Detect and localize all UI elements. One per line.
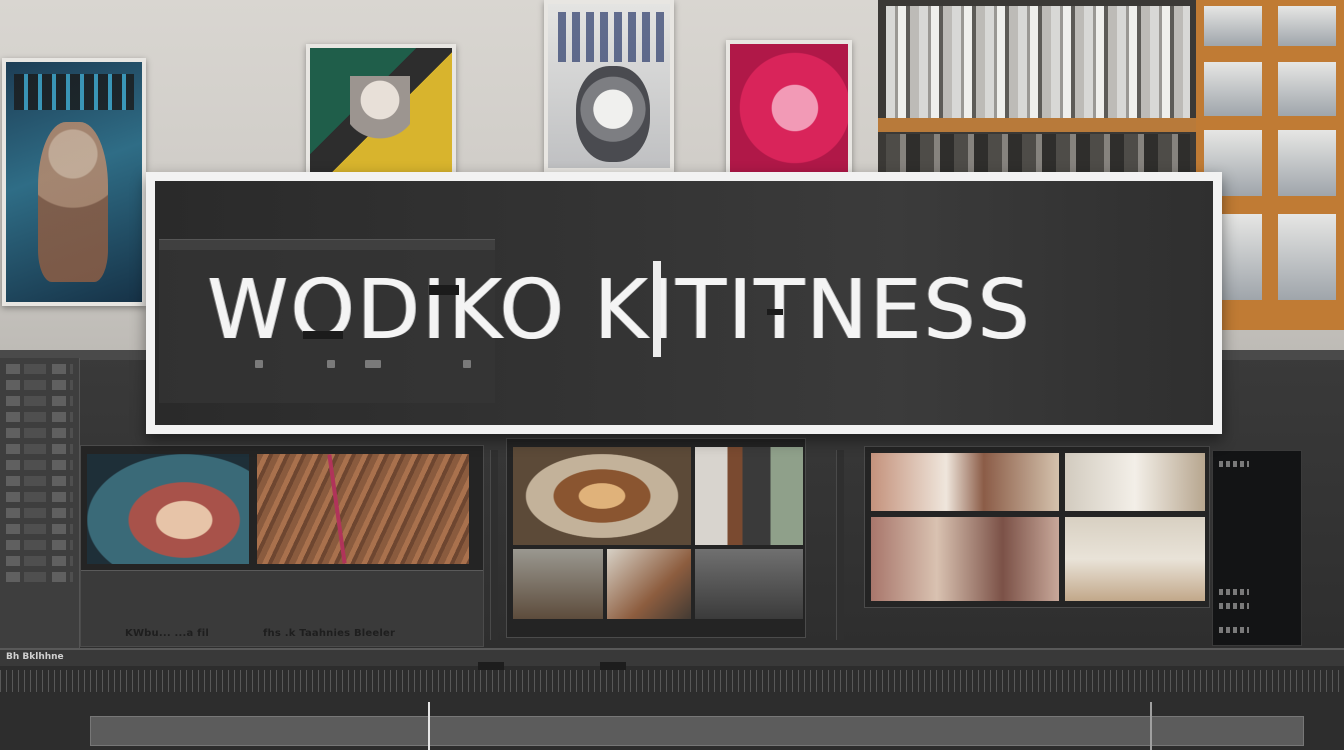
inspector-panel[interactable] (1212, 450, 1302, 646)
bookshelf (878, 0, 1198, 175)
clip-thumbnail[interactable] (87, 454, 249, 564)
inspector-label (1219, 603, 1249, 609)
scrollbar[interactable] (490, 450, 498, 640)
poster-left (2, 58, 146, 306)
panel-row[interactable] (6, 380, 73, 390)
books-bottom-row (886, 134, 1190, 174)
panel-row[interactable] (6, 572, 73, 582)
glitch-artifact (653, 261, 661, 357)
thumbnail-detail (327, 454, 347, 564)
poster-figure (38, 122, 108, 282)
panel-row[interactable] (6, 460, 73, 470)
background-ui-icon (255, 360, 263, 368)
panel-row[interactable] (6, 444, 73, 454)
clip-thumbnail[interactable] (257, 454, 469, 564)
poster-title-graphic (558, 12, 666, 62)
panel-row[interactable] (6, 492, 73, 502)
panel-row[interactable] (6, 396, 73, 406)
background-ui-icon (463, 360, 471, 368)
cabinet-cell (1278, 62, 1336, 116)
clip-caption-strip: KWbu... ...a fil fhs .k Taahnies Bleeler (81, 570, 483, 646)
timeline-tool-button[interactable] (600, 662, 626, 670)
glitch-title: WODIKO KITITNESS (207, 263, 1032, 358)
playhead-marker[interactable] (1150, 702, 1152, 750)
clip-thumbnail[interactable] (871, 453, 1059, 511)
glitch-artifact (767, 309, 783, 315)
background-ui-icon (365, 360, 381, 368)
timeline-label: Bh Bklhhne (6, 652, 64, 662)
playhead[interactable] (428, 702, 430, 750)
clip-thumbnail[interactable] (695, 549, 803, 619)
panel-row[interactable] (6, 428, 73, 438)
clip-thumbnail[interactable] (513, 549, 603, 619)
glitch-artifact (303, 331, 343, 339)
left-properties-panel[interactable] (0, 358, 80, 648)
background-ui-bar (159, 240, 495, 250)
shelf-board (878, 118, 1198, 132)
panel-row[interactable] (6, 556, 73, 566)
panel-row[interactable] (6, 508, 73, 518)
cabinet-cell (1204, 62, 1262, 116)
timeline-tool-button[interactable] (478, 662, 504, 670)
panel-row[interactable] (6, 524, 73, 534)
clip-thumbnail[interactable] (607, 549, 691, 619)
panel-row[interactable] (6, 540, 73, 550)
inspector-label (1219, 589, 1249, 595)
clip-caption-left: KWbu... ...a fil (125, 628, 209, 639)
poster-face (576, 66, 650, 162)
poster-green-yellow (306, 44, 456, 176)
clip-thumbnail[interactable] (513, 447, 691, 545)
poster-magenta (726, 40, 852, 176)
clip-caption-right: fhs .k Taahnies Bleeler (263, 628, 396, 639)
timeline-header: Bh Bklhhne (0, 650, 1344, 666)
source-clips-monitor (506, 438, 806, 638)
timeline-ruler[interactable] (0, 670, 1344, 692)
scrollbar[interactable] (836, 450, 844, 640)
timeline-track[interactable] (90, 716, 1304, 746)
clip-thumbnail[interactable] (1065, 517, 1205, 601)
panel-row[interactable] (6, 364, 73, 374)
cabinet-cell (1278, 6, 1336, 46)
inspector-label (1219, 461, 1249, 467)
clip-thumbnail[interactable] (695, 447, 803, 545)
poster-portrait (544, 0, 674, 172)
panel-row[interactable] (6, 476, 73, 486)
media-bin-monitor: KWbu... ...a fil fhs .k Taahnies Bleeler (80, 445, 484, 647)
inspector-label (1219, 627, 1249, 633)
cabinet-cell (1278, 214, 1336, 300)
clip-thumbnail[interactable] (871, 517, 1059, 601)
glitch-artifact (429, 285, 459, 295)
timeline[interactable]: Bh Bklhhne (0, 648, 1344, 750)
program-clips-monitor (864, 446, 1210, 608)
background-ui-icon (327, 360, 335, 368)
cabinet-cell (1204, 6, 1262, 46)
cabinet-cell (1278, 130, 1336, 196)
poster-title-graphic (14, 74, 134, 110)
panel-row[interactable] (6, 412, 73, 422)
clip-thumbnail[interactable] (1065, 453, 1205, 511)
books-top-row (886, 6, 1190, 118)
poster-figure (350, 76, 410, 156)
title-card: WODIKO KITITNESS (146, 172, 1222, 434)
